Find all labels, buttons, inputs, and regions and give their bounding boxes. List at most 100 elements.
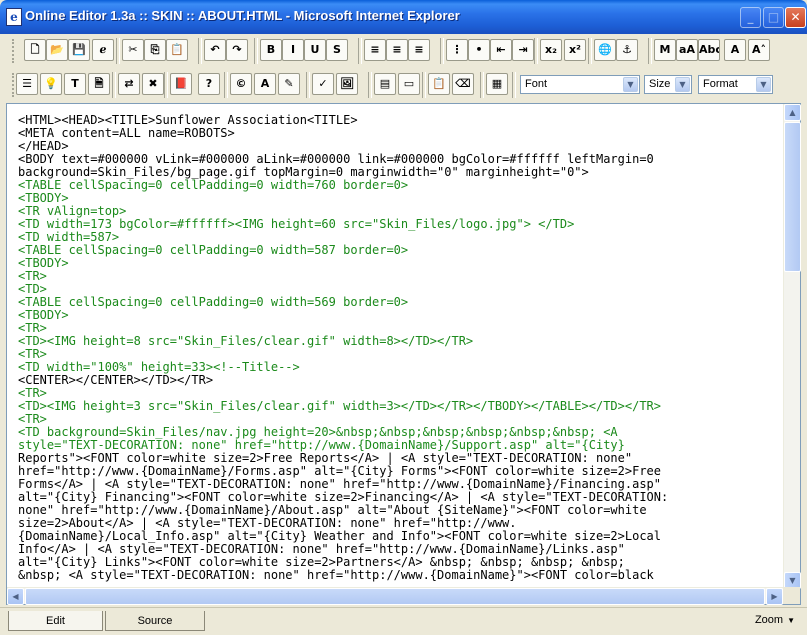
tab-edit[interactable]: Edit xyxy=(8,611,103,631)
unordered-list-button[interactable]: • xyxy=(468,39,490,61)
toolbar-separator xyxy=(254,38,258,64)
format-select[interactable]: Format ▼ xyxy=(698,75,773,94)
horizontal-scroll-thumb[interactable] xyxy=(25,588,765,605)
toolbar-separator xyxy=(422,72,426,98)
ordered-list-button[interactable]: ⋮ xyxy=(446,39,468,61)
redo-button[interactable]: ↷ xyxy=(226,39,248,61)
code-line: <META content=ALL name=ROBOTS> xyxy=(18,126,235,140)
close-button[interactable]: ✕ xyxy=(785,7,806,28)
highlight-button[interactable]: 💡 xyxy=(40,73,62,95)
font-select[interactable]: Font ▼ xyxy=(520,75,640,94)
outdent-button[interactable]: ⇤ xyxy=(490,39,512,61)
toggle-mode-button[interactable]: ⇄ xyxy=(118,73,140,95)
code-line: <TBODY> xyxy=(18,256,69,270)
help-button[interactable]: ? xyxy=(198,73,220,95)
italic-button[interactable]: I xyxy=(282,39,304,61)
hyperlink-button[interactable]: 🌐 xyxy=(594,39,616,61)
subscript-button[interactable]: x₂ xyxy=(540,39,562,61)
font-size-down-button[interactable]: A˄ xyxy=(748,39,770,61)
superscript-button[interactable]: x² xyxy=(564,39,586,61)
strikethrough-button[interactable]: S xyxy=(326,39,348,61)
properties-button[interactable]: ☰ xyxy=(16,73,38,95)
title-bar[interactable]: e Online Editor 1.3a :: SKIN :: ABOUT.HT… xyxy=(0,0,807,34)
background-color-button[interactable]: ✎ xyxy=(278,73,300,95)
scroll-left-button[interactable]: ◀ xyxy=(7,588,24,605)
tab-source[interactable]: Source xyxy=(105,611,205,631)
toolbar-separator xyxy=(358,38,362,64)
toolbar-separator xyxy=(306,72,310,98)
insert-form-button[interactable]: ▭ xyxy=(398,73,420,95)
toolbar-separator xyxy=(116,38,120,64)
toolbar-separator xyxy=(512,72,516,98)
toolbar-separator xyxy=(224,72,228,98)
chevron-down-icon: ▼ xyxy=(675,77,690,92)
new-document-button[interactable]: 🗋 xyxy=(24,39,46,61)
toolbar-separator xyxy=(198,38,202,64)
insert-image-button[interactable]: 🖼 xyxy=(336,73,358,95)
spellcheck-button[interactable]: ✓ xyxy=(312,73,334,95)
font-select-value: Font xyxy=(525,78,548,90)
image-gallery-button[interactable]: ▦ xyxy=(486,73,508,95)
preview-browser-button[interactable]: ℯ xyxy=(92,39,114,61)
underline-button[interactable]: U xyxy=(304,39,326,61)
paste-button[interactable]: 📋 xyxy=(166,39,188,61)
source-code-text[interactable]: <HTML><HEAD><TITLE>Sunflower Association… xyxy=(18,114,780,589)
toolbar-separator xyxy=(164,72,168,98)
cleanup-button[interactable]: ⌫ xyxy=(452,73,474,95)
marquee-button[interactable]: M xyxy=(654,39,676,61)
code-line: <TBODY> xyxy=(18,308,69,322)
abc-button[interactable]: Abc xyxy=(698,39,720,61)
cut-button[interactable]: ✂ xyxy=(122,39,144,61)
code-line: <CENTER></CENTER></TD></TR> xyxy=(18,373,214,387)
chevron-down-icon: ▼ xyxy=(787,616,795,625)
copy-button[interactable]: ⎘ xyxy=(144,39,166,61)
chevron-down-icon: ▼ xyxy=(623,77,638,92)
toolbar-separator xyxy=(648,38,652,64)
paste-special-button[interactable]: 📋 xyxy=(428,73,450,95)
chevron-down-icon: ▼ xyxy=(756,77,771,92)
size-select-value: Size xyxy=(649,78,671,90)
code-line: <TABLE cellSpacing=0 cellPadding=0 width… xyxy=(18,295,409,309)
align-center-button[interactable]: ≡ xyxy=(386,39,408,61)
undo-button[interactable]: ↶ xyxy=(204,39,226,61)
toolbar-separator xyxy=(368,72,372,98)
maximize-button[interactable]: □ xyxy=(763,7,784,28)
zoom-label: Zoom xyxy=(754,614,784,626)
editor-window: e Online Editor 1.3a :: SKIN :: ABOUT.HT… xyxy=(0,0,807,635)
bold-button[interactable]: B xyxy=(260,39,282,61)
font-size-up-button[interactable]: A xyxy=(724,39,746,61)
toolbar-separator xyxy=(480,72,484,98)
formatting-toolbar: 🗋 📂 💾 ℯ ✂ ⎘ 📋 ↶ ↷ B I U S ≡ ≡ ≡ ⋮ • ⇤ ⇥ x₂ x² 🌐 ⚓ MaA Abc A A˄ xyxy=(8,36,799,66)
minimize-button[interactable]: _ xyxy=(740,7,761,28)
horizontal-scrollbar[interactable]: ◀ ▶ xyxy=(7,587,783,605)
vertical-scrollbar[interactable]: ▲ ▼ xyxy=(783,104,801,589)
anchor-button[interactable]: ⚓ xyxy=(616,39,638,61)
stop-button[interactable]: ✖ xyxy=(142,73,164,95)
text-case-button[interactable]: aA xyxy=(676,39,698,61)
code-line: <TD><IMG height=3 src="Skin_Files/clear.… xyxy=(18,399,661,413)
zoom-control[interactable]: Zoom ▼ xyxy=(755,614,795,626)
scroll-right-button[interactable]: ▶ xyxy=(766,588,783,605)
toolbar-grip[interactable] xyxy=(12,39,15,63)
align-left-button[interactable]: ≡ xyxy=(364,39,386,61)
page-properties-button[interactable]: 🗎 xyxy=(88,73,110,95)
size-select[interactable]: Size ▼ xyxy=(644,75,692,94)
code-line: &nbsp; <A style="TEXT-DECORATION: none" … xyxy=(18,568,654,582)
scroll-up-button[interactable]: ▲ xyxy=(784,104,801,121)
indent-button[interactable]: ⇥ xyxy=(512,39,534,61)
special-chars-button[interactable]: 📕 xyxy=(170,73,192,95)
window-title: Online Editor 1.3a :: SKIN :: ABOUT.HTML… xyxy=(25,8,460,23)
align-right-button[interactable]: ≡ xyxy=(408,39,430,61)
font-color-button[interactable]: A xyxy=(254,73,276,95)
open-folder-button[interactable]: 📂 xyxy=(46,39,68,61)
ie-document-icon: e xyxy=(6,8,22,26)
save-button[interactable]: 💾 xyxy=(68,39,90,61)
copyright-button[interactable]: © xyxy=(230,73,252,95)
insert-table-button[interactable]: ▤ xyxy=(374,73,396,95)
text-box-button[interactable]: T xyxy=(64,73,86,95)
toolbar-grip[interactable] xyxy=(12,73,15,97)
code-line: <TBODY> xyxy=(18,191,69,205)
vertical-scroll-thumb[interactable] xyxy=(784,122,801,272)
source-editor[interactable]: <HTML><HEAD><TITLE>Sunflower Association… xyxy=(6,103,801,605)
toolbar-separator xyxy=(588,38,592,64)
